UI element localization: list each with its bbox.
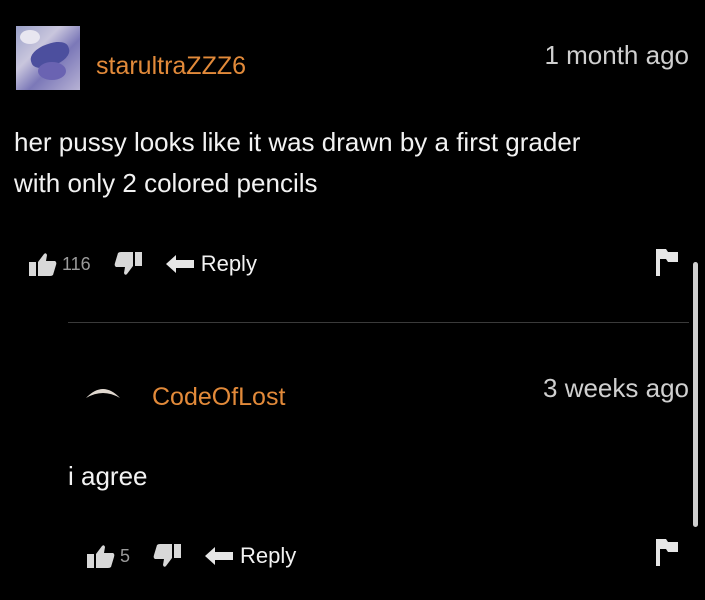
flag-icon[interactable] bbox=[654, 537, 680, 567]
comment-actions: 5 Reply bbox=[86, 541, 296, 571]
comment-body: i agree bbox=[68, 461, 148, 491]
comment-text-line: her pussy looks like it was drawn by a f… bbox=[14, 127, 581, 157]
comment-timestamp: 3 weeks ago bbox=[543, 373, 689, 403]
like-count: 116 bbox=[62, 253, 91, 274]
comment-body: her pussy looks like it was drawn by a f… bbox=[14, 122, 580, 204]
reply-arrow-icon bbox=[205, 547, 234, 565]
comment-text-line: with only 2 colored pencils bbox=[14, 168, 318, 198]
thumbs-up-icon[interactable] bbox=[28, 251, 58, 277]
reply-label: Reply bbox=[200, 251, 257, 276]
comment-username[interactable]: CodeOfLost bbox=[152, 383, 285, 412]
comment-timestamp: 1 month ago bbox=[544, 40, 689, 70]
comment-actions: 116 Reply bbox=[28, 249, 257, 279]
like-count: 5 bbox=[120, 545, 131, 566]
comment-username[interactable]: starultraZZZ6 bbox=[96, 52, 246, 81]
reply-button[interactable]: Reply bbox=[204, 543, 296, 569]
avatar[interactable] bbox=[16, 26, 80, 90]
reply-button[interactable]: Reply bbox=[165, 251, 257, 277]
thumbs-up-icon[interactable] bbox=[86, 543, 116, 569]
scrollbar[interactable] bbox=[693, 262, 698, 527]
thumbs-down-icon[interactable] bbox=[152, 543, 182, 569]
thumbs-down-icon[interactable] bbox=[113, 251, 143, 277]
avatar[interactable] bbox=[84, 378, 122, 416]
reply-label: Reply bbox=[240, 543, 297, 568]
reply-arrow-icon bbox=[165, 255, 194, 273]
flag-icon[interactable] bbox=[654, 247, 680, 277]
divider bbox=[68, 322, 689, 323]
